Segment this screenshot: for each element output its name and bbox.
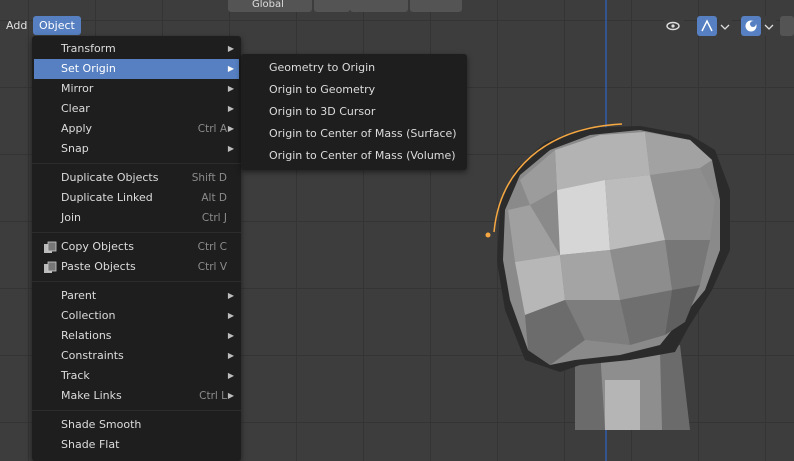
menu-item-shade-smooth[interactable]: Shade Smooth: [34, 415, 239, 435]
menu-item-label: Mirror: [61, 82, 94, 95]
menu-item-clear[interactable]: Clear ▶: [34, 99, 239, 119]
menu-item-mirror[interactable]: Mirror ▶: [34, 79, 239, 99]
submenu-arrow-icon: ▶: [227, 291, 234, 300]
menu-item-label: Transform: [61, 42, 116, 55]
menu-item-label: Relations: [61, 329, 112, 342]
submenu-arrow-icon: ▶: [227, 371, 234, 380]
submenu-arrow-icon: ▶: [227, 311, 234, 320]
menu-object[interactable]: Object: [33, 16, 81, 35]
menu-item-shortcut: Alt D: [201, 192, 227, 204]
menu-item-shortcut: Ctrl A: [197, 123, 227, 135]
menu-item-label: Shade Smooth: [61, 418, 142, 431]
menu-item-collection[interactable]: Collection ▶: [34, 306, 239, 326]
origin-item-origin-to-3d-cursor[interactable]: Origin to 3D Cursor: [241, 101, 467, 123]
menu-item-shortcut: Shift D: [191, 172, 227, 184]
visibility-icon[interactable]: [664, 16, 684, 36]
menu-separator: [32, 163, 241, 164]
submenu-arrow-icon: ▶: [227, 351, 234, 360]
menu-item-label: Constraints: [61, 349, 124, 362]
menu-item-paste-objects[interactable]: Paste Objects Ctrl V: [34, 257, 239, 277]
overlays-dropdown-icon[interactable]: [762, 16, 776, 36]
menu-item-snap[interactable]: Snap ▶: [34, 139, 239, 159]
menu-item-make-links[interactable]: Make Links Ctrl L ▶: [34, 386, 239, 406]
menu-add[interactable]: Add: [0, 16, 33, 35]
submenu-arrow-icon: ▶: [227, 104, 234, 113]
submenu-arrow-icon: ▶: [227, 391, 234, 400]
submenu-arrow-icon: ▶: [227, 144, 234, 153]
proportional-edit-dropdown[interactable]: [410, 0, 462, 12]
orientation-dropdown[interactable]: Global: [228, 0, 312, 12]
menu-separator: [32, 410, 241, 411]
menu-item-label: Join: [61, 211, 82, 224]
menu-item-transform[interactable]: Transform ▶: [34, 39, 239, 59]
submenu-arrow-icon: ▶: [227, 331, 234, 340]
paste-icon: [43, 261, 57, 274]
menu-item-label: Apply: [61, 122, 93, 135]
menu-item-shortcut: Ctrl L: [199, 390, 227, 402]
orientation-label: Global: [252, 0, 284, 10]
menu-item-track[interactable]: Track ▶: [34, 366, 239, 386]
submenu-arrow-icon: ▶: [227, 64, 234, 73]
origin-item-geometry-to-origin[interactable]: Geometry to Origin: [241, 57, 467, 79]
xray-icon[interactable]: [780, 16, 794, 36]
menu-item-join[interactable]: Join Ctrl J: [34, 208, 239, 228]
submenu-arrow-icon: ▶: [227, 124, 234, 133]
pivot-dropdown[interactable]: [314, 0, 350, 12]
menu-item-label: Set Origin: [61, 62, 116, 75]
origin-item-origin-to-center-of-mass-volume-[interactable]: Origin to Center of Mass (Volume): [241, 145, 467, 167]
menu-item-label: Make Links: [61, 389, 122, 402]
gizmo-icon[interactable]: [697, 16, 717, 36]
menu-item-constraints[interactable]: Constraints ▶: [34, 346, 239, 366]
menu-item-relations[interactable]: Relations ▶: [34, 326, 239, 346]
menu-item-label: Parent: [61, 289, 97, 302]
origin-item-origin-to-geometry[interactable]: Origin to Geometry: [241, 79, 467, 101]
object-menu: Transform ▶ Set Origin ▶ Mirror ▶ Clear ▶ Apply C…: [32, 36, 241, 461]
menu-item-label: Paste Objects: [61, 260, 136, 273]
copy-icon: [43, 241, 57, 254]
snap-dropdown[interactable]: [350, 0, 408, 12]
set-origin-submenu: Geometry to Origin Origin to Geometry Orig…: [241, 54, 467, 170]
gizmo-dropdown-icon[interactable]: [718, 16, 732, 36]
origin-dot: [485, 232, 491, 238]
menu-item-parent[interactable]: Parent ▶: [34, 286, 239, 306]
submenu-arrow-icon: ▶: [227, 84, 234, 93]
menu-item-label: Track: [61, 369, 90, 382]
menu-item-shortcut: Ctrl J: [201, 212, 227, 224]
menu-item-shortcut: Ctrl V: [197, 261, 227, 273]
menu-item-label: Clear: [61, 102, 90, 115]
menu-item-shade-flat[interactable]: Shade Flat: [34, 435, 239, 455]
menu-item-copy-objects[interactable]: Copy Objects Ctrl C: [34, 237, 239, 257]
menu-separator: [32, 232, 241, 233]
menu-item-duplicate-objects[interactable]: Duplicate Objects Shift D: [34, 168, 239, 188]
menu-item-duplicate-linked[interactable]: Duplicate Linked Alt D: [34, 188, 239, 208]
menu-item-label: Duplicate Linked: [61, 191, 153, 204]
menu-item-apply[interactable]: Apply Ctrl A ▶: [34, 119, 239, 139]
menu-item-shortcut: Ctrl C: [197, 241, 227, 253]
menu-item-label: Shade Flat: [61, 438, 120, 451]
menu-item-label: Duplicate Objects: [61, 171, 159, 184]
menu-item-label: Snap: [61, 142, 89, 155]
submenu-arrow-icon: ▶: [227, 44, 234, 53]
menu-item-label: Collection: [61, 309, 116, 322]
menu-separator: [32, 281, 241, 282]
overlays-icon[interactable]: [741, 16, 761, 36]
origin-item-origin-to-center-of-mass-surface-[interactable]: Origin to Center of Mass (Surface): [241, 123, 467, 145]
menu-item-label: Copy Objects: [61, 240, 134, 253]
menu-item-set-origin[interactable]: Set Origin ▶: [34, 59, 239, 79]
